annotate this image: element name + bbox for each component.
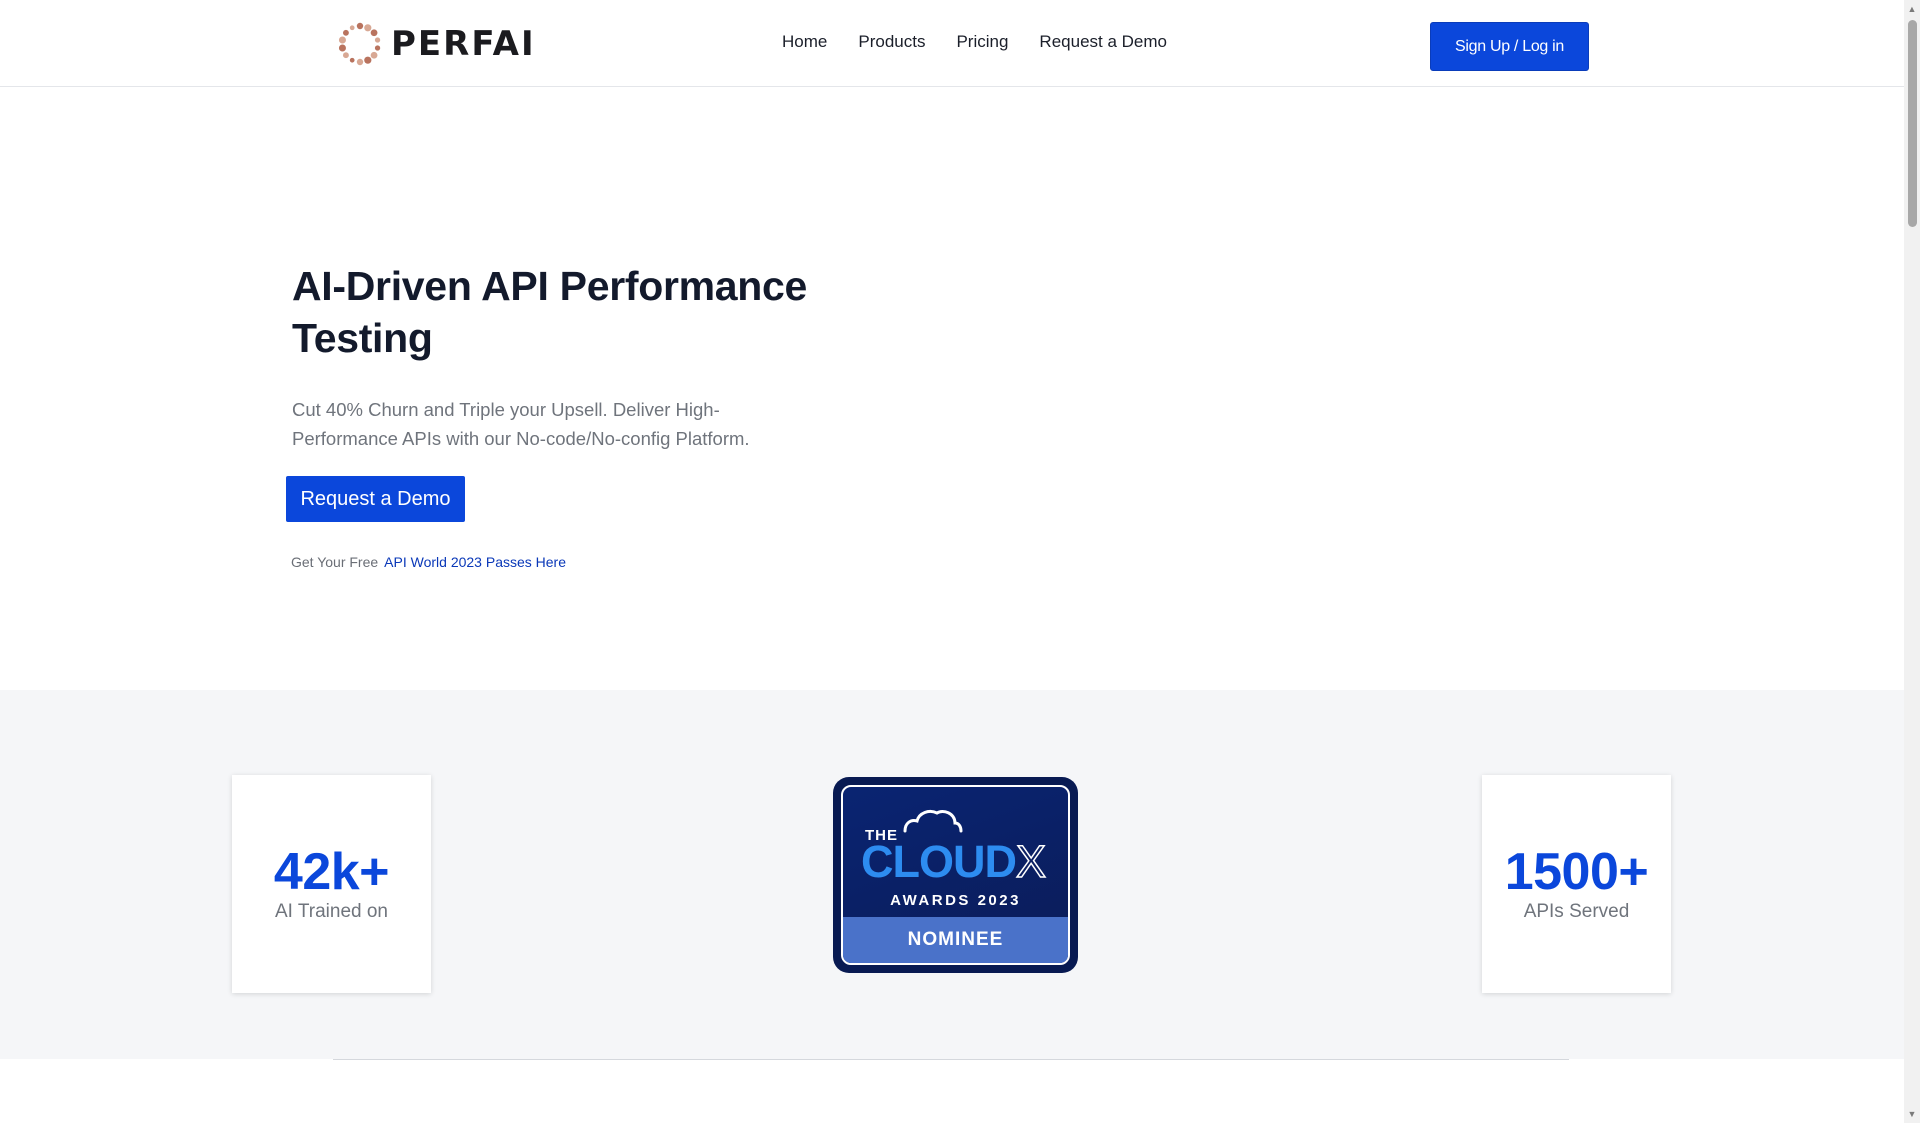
logo-dot (338, 44, 346, 52)
stat-value: 42k+ (273, 843, 390, 901)
hero-subtitle: Cut 40% Churn and Triple your Upsell. De… (292, 399, 750, 449)
badge-nominee-banner: NOMINEE (843, 917, 1068, 963)
section-divider (333, 1059, 1569, 1060)
signup-login-button[interactable]: Sign Up / Log in (1430, 22, 1589, 71)
stat-card-apis-served: 1500+ APIs Served (1482, 775, 1671, 993)
nav-pricing[interactable]: Pricing (956, 32, 1008, 52)
logo-text: PERFAI (391, 24, 536, 64)
nav-home[interactable]: Home (782, 32, 827, 52)
free-passes-line: Get Your Free API World 2023 Passes Here (291, 554, 566, 570)
main-nav: Home Products Pricing Request a Demo (782, 32, 1167, 52)
logo-dot (349, 57, 355, 63)
nav-request-demo[interactable]: Request a Demo (1039, 32, 1167, 52)
logo-dot (374, 37, 381, 43)
logo-dot (364, 56, 372, 64)
stat-label: APIs Served (1523, 901, 1630, 922)
dotted-ring-logo-icon (338, 22, 381, 66)
badge-cloudx-text: CLOUDX (861, 835, 1047, 888)
perfai-logo[interactable]: PERFAI (337, 21, 536, 67)
scroll-down-arrow-icon[interactable]: ▼ (1904, 1107, 1920, 1121)
stats-section: 42k+ AI Trained on THE CLOUDX AWARDS 202… (0, 690, 1904, 1059)
scroll-thumb[interactable] (1908, 20, 1917, 227)
logo-dot (342, 29, 349, 36)
logo-dot (356, 58, 364, 66)
cloudx-awards-badge: THE CLOUDX AWARDS 2023 NOMINEE (833, 777, 1078, 973)
badge-x-letter: X (1015, 835, 1047, 888)
badge-cloud-word: CLOUD (861, 836, 1017, 887)
cloud-icon (903, 809, 963, 833)
logo-dot (338, 36, 346, 44)
logo-dot (370, 29, 378, 37)
stat-value: 1500+ (1504, 843, 1649, 901)
page-scrollbar[interactable]: ▲ ▼ (1904, 0, 1920, 1123)
hero-title: AI-Driven API Performance Testing (292, 263, 808, 361)
request-demo-button[interactable]: Request a Demo (286, 476, 465, 522)
logo-dot (356, 22, 364, 30)
logo-dot (349, 25, 355, 31)
logo-dot (374, 45, 381, 51)
stat-card-ai-trained: 42k+ AI Trained on (232, 775, 431, 993)
logo-dot (370, 51, 378, 59)
logo-dot (364, 24, 372, 32)
api-world-passes-link[interactable]: API World 2023 Passes Here (384, 554, 566, 570)
nav-products[interactable]: Products (858, 32, 925, 52)
logo-dot (342, 52, 349, 59)
badge-frame: THE CLOUDX AWARDS 2023 NOMINEE (841, 785, 1070, 965)
stat-label: AI Trained on (274, 901, 389, 922)
scroll-up-arrow-icon[interactable]: ▲ (1904, 2, 1920, 16)
site-header: PERFAI Home Products Pricing Request a D… (0, 0, 1904, 87)
free-passes-prefix: Get Your Free (291, 554, 379, 570)
badge-awards-text: AWARDS 2023 (890, 892, 1021, 909)
